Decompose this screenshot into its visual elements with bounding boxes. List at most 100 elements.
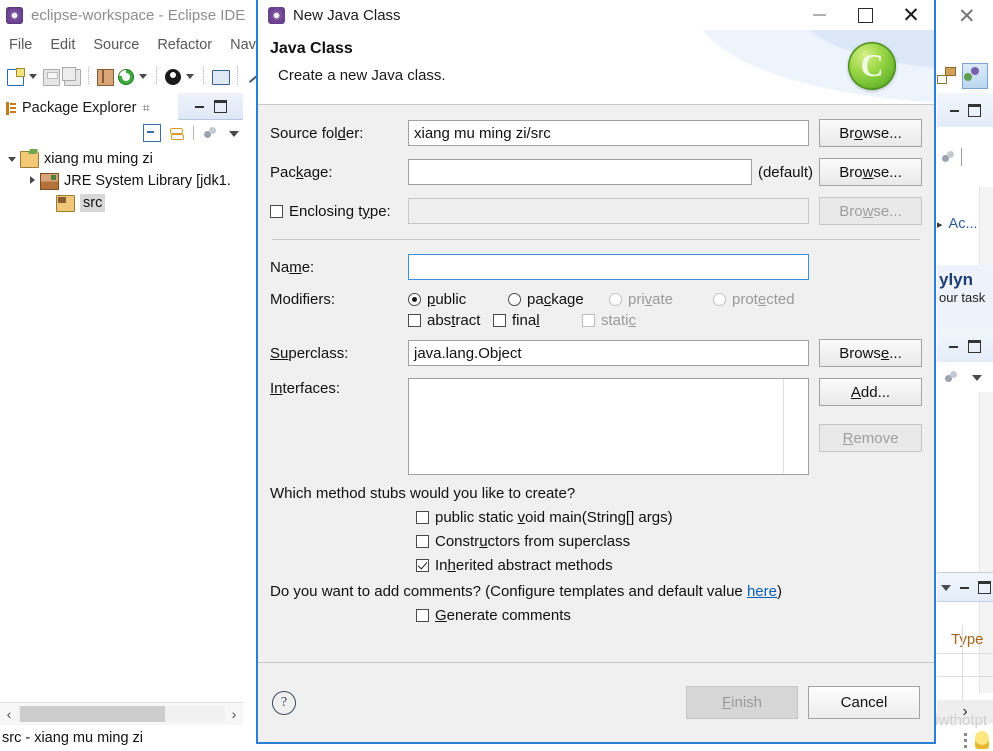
- tree-item-jre-library[interactable]: JRE System Library [jdk1.: [0, 170, 240, 192]
- java-ee-perspective-icon[interactable]: [937, 66, 957, 86]
- menu-refactor[interactable]: Refactor: [148, 35, 221, 55]
- view-menu-icon[interactable]: [970, 369, 986, 385]
- chevron-right-icon[interactable]: ▸: [937, 218, 943, 231]
- close-button[interactable]: ✕: [888, 0, 934, 30]
- comments-question: Do you want to add comments? (Configure …: [270, 583, 922, 600]
- view-menu-balls-icon[interactable]: [203, 125, 219, 141]
- maximize-icon[interactable]: [213, 99, 227, 113]
- modifier-protected: protected: [713, 291, 795, 308]
- source-folder-input[interactable]: xiang mu ming zi/src: [408, 120, 809, 146]
- configure-templates-link[interactable]: here: [747, 583, 777, 600]
- stub-constructors[interactable]: Constructors from superclass: [416, 533, 922, 550]
- checkbox-generate-comments[interactable]: [416, 609, 429, 622]
- modifier-public[interactable]: public: [408, 291, 508, 308]
- maximize-icon: [857, 7, 873, 23]
- package-explorer-horizontal-scrollbar[interactable]: ‹ ›: [0, 702, 243, 725]
- checkbox-main-method[interactable]: [416, 511, 429, 524]
- minimize-icon[interactable]: [949, 108, 959, 112]
- scroll-left-icon[interactable]: ‹: [0, 706, 18, 722]
- close-icon[interactable]: ⌗: [142, 100, 149, 116]
- view-menu-icon[interactable]: [939, 579, 951, 595]
- generate-comments-row[interactable]: Generate comments: [416, 607, 922, 624]
- right-view-window-buttons-2: [937, 330, 993, 363]
- radio-package[interactable]: [508, 293, 521, 306]
- save-all-icon[interactable]: [62, 66, 81, 86]
- modifier-package[interactable]: package: [508, 291, 609, 308]
- minimize-icon[interactable]: [194, 104, 204, 108]
- page-title: Java Class: [270, 40, 353, 57]
- superclass-browse-button[interactable]: Brows e...: [819, 339, 922, 367]
- radio-protected-label: protected: [732, 291, 795, 308]
- interfaces-row: Interfaces: Add... Remove: [270, 378, 922, 475]
- dropdown-arrow-icon[interactable]: [139, 66, 148, 86]
- right-view-toolbar-2: [937, 362, 993, 392]
- help-button[interactable]: ?: [272, 690, 296, 715]
- save-icon[interactable]: [43, 68, 60, 86]
- stub-main-method[interactable]: public static void main(String[] args): [416, 509, 922, 526]
- interfaces-list[interactable]: [408, 378, 809, 475]
- scroll-track[interactable]: [18, 706, 225, 722]
- view-menu-icon[interactable]: [227, 125, 243, 141]
- maximize-icon[interactable]: [967, 103, 981, 117]
- tree-item-project[interactable]: xiang mu ming zi: [0, 148, 240, 170]
- chevron-right-icon[interactable]: [24, 175, 40, 187]
- enclosing-type-checkbox[interactable]: [270, 204, 283, 218]
- checkbox-inherited-abstract[interactable]: [416, 559, 429, 572]
- modifier-final[interactable]: final: [493, 312, 582, 329]
- view-menu-balls-icon[interactable]: [944, 369, 960, 385]
- tab-package-explorer[interactable]: Package Explorer ⌗: [0, 93, 156, 121]
- name-input[interactable]: [408, 254, 809, 280]
- source-folder-browse-button[interactable]: Br o wse...: [819, 119, 922, 147]
- table-scroll-right-button[interactable]: ›: [937, 700, 993, 724]
- menu-source[interactable]: Source: [84, 35, 148, 55]
- modifier-abstract[interactable]: abstract: [408, 312, 493, 329]
- checkbox-final[interactable]: [493, 314, 506, 327]
- checkbox-constructors[interactable]: [416, 535, 429, 548]
- new-file-icon[interactable]: [7, 67, 25, 86]
- minimize-icon[interactable]: [960, 585, 969, 589]
- chevron-down-icon[interactable]: [4, 153, 20, 165]
- maximize-icon[interactable]: [968, 339, 981, 353]
- java-perspective-button[interactable]: [962, 62, 988, 89]
- run-icon[interactable]: [165, 69, 181, 85]
- tree-item-src[interactable]: src: [0, 192, 240, 214]
- stub-inherited-abstract[interactable]: Inherited abstract methods: [416, 557, 922, 574]
- generate-comments-label: Generate comments: [435, 607, 571, 624]
- enclosing-type-row: Enclosing type: Bro w se...: [270, 197, 922, 225]
- package-browse-button[interactable]: Bro w se...: [819, 158, 922, 186]
- radio-package-label: package: [527, 291, 584, 308]
- checkbox-abstract[interactable]: [408, 314, 421, 327]
- open-console-icon[interactable]: [212, 70, 230, 85]
- collapse-all-icon[interactable]: [143, 124, 161, 142]
- maximize-icon[interactable]: [978, 580, 991, 594]
- chevron-right-icon: ›: [962, 703, 968, 720]
- menu-file[interactable]: File: [0, 35, 41, 55]
- tab-package-explorer-label: Package Explorer: [22, 100, 137, 116]
- outline-tree-item[interactable]: ▸ Ac...: [937, 205, 993, 243]
- dropdown-arrow-icon[interactable]: [186, 66, 195, 86]
- dropdown-arrow-icon[interactable]: [29, 66, 38, 86]
- radio-public[interactable]: [408, 293, 421, 306]
- interfaces-add-button[interactable]: Add...: [819, 378, 922, 406]
- modifier-private: private: [609, 291, 713, 308]
- view-menu-balls-icon[interactable]: [941, 149, 957, 165]
- tip-bulb-icon: [975, 731, 989, 749]
- new-java-package-icon[interactable]: [97, 68, 114, 86]
- superclass-input[interactable]: java.lang.Object: [408, 340, 809, 366]
- link-with-editor-icon[interactable]: [169, 125, 185, 141]
- mylyn-subtitle: our task: [939, 290, 986, 305]
- minimize-button[interactable]: [796, 0, 842, 30]
- cancel-button[interactable]: Cancel: [808, 686, 920, 719]
- close-icon[interactable]: ✕: [958, 4, 976, 29]
- mylyn-panel: ylyn our task: [937, 265, 993, 330]
- scroll-right-icon[interactable]: ›: [225, 706, 243, 722]
- maximize-button[interactable]: [842, 0, 888, 30]
- debug-icon[interactable]: [118, 69, 134, 85]
- minimize-icon[interactable]: [949, 344, 958, 348]
- section-divider: [272, 239, 920, 240]
- status-dots-icon: [964, 733, 967, 749]
- menu-edit[interactable]: Edit: [41, 35, 84, 55]
- dialog-window-buttons: ✕: [796, 0, 934, 30]
- package-input[interactable]: [408, 159, 752, 185]
- scroll-thumb[interactable]: [20, 706, 165, 722]
